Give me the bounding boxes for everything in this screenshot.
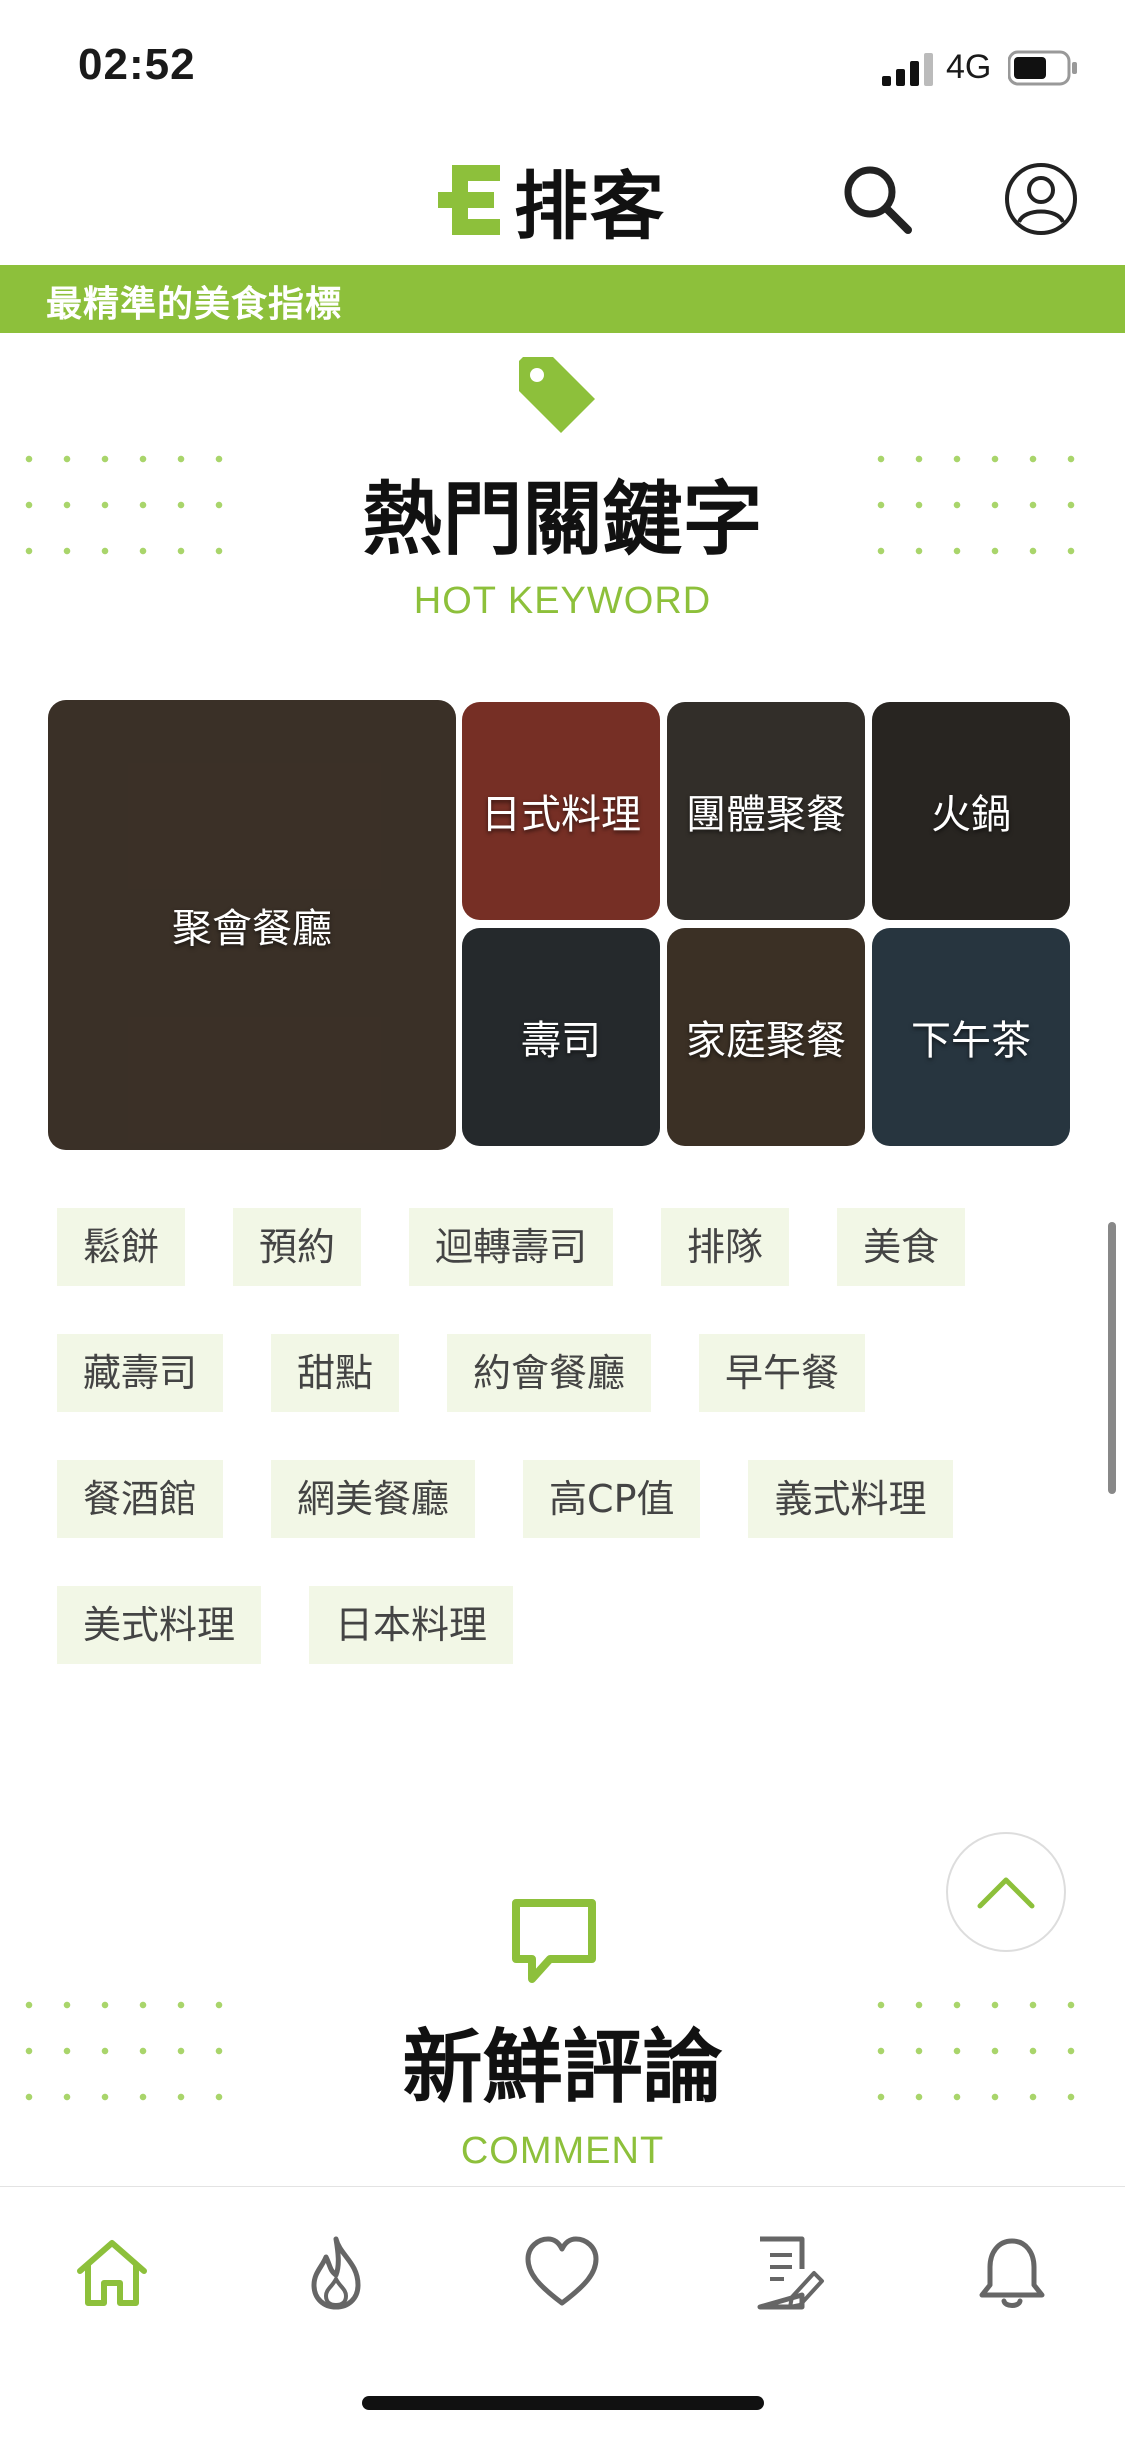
signal-icon	[882, 53, 933, 86]
home-indicator	[362, 2396, 764, 2410]
keyword-tile-label: 團體聚餐	[686, 792, 846, 838]
home-icon[interactable]	[72, 2233, 152, 2313]
keyword-tile[interactable]: 下午茶	[872, 928, 1070, 1146]
app-header: 排客	[0, 135, 1125, 265]
scrollbar[interactable]	[1108, 1222, 1116, 1494]
keyword-tile-label: 聚會餐廳	[172, 906, 332, 952]
keyword-tag[interactable]: 鬆餅	[57, 1208, 186, 1286]
tag-row: 餐酒館 網美餐廳 高CP值 義式料理	[57, 1460, 1067, 1538]
keyword-tag[interactable]: 排隊	[661, 1208, 790, 1286]
fire-icon[interactable]	[296, 2233, 376, 2313]
keyword-tag[interactable]: 義式料理	[748, 1460, 953, 1538]
keyword-tag[interactable]: 餐酒館	[57, 1460, 224, 1538]
app-logo[interactable]: 排客	[438, 160, 666, 250]
chevron-up-icon	[977, 1877, 1035, 1909]
keyword-tile[interactable]: 壽司	[462, 928, 660, 1146]
tag-row: 美式料理 日本料理	[57, 1586, 1067, 1664]
keyword-tag[interactable]: 高CP值	[523, 1460, 701, 1538]
keyword-tag[interactable]: 網美餐廳	[271, 1460, 476, 1538]
search-icon[interactable]	[838, 160, 916, 238]
status-bar: 02:52 4G	[0, 0, 1125, 135]
user-profile-icon[interactable]	[1002, 160, 1080, 238]
keyword-tile[interactable]: 日式料理	[462, 702, 660, 920]
keyword-tile[interactable]: 火鍋	[872, 702, 1070, 920]
heart-icon[interactable]	[522, 2233, 602, 2313]
logo-e-icon	[438, 165, 500, 235]
keyword-tile[interactable]: 團體聚餐	[667, 702, 865, 920]
keyword-tile[interactable]: 家庭聚餐	[667, 928, 865, 1146]
battery-icon	[1008, 50, 1077, 86]
keyword-tag[interactable]: 藏壽司	[57, 1334, 224, 1412]
tag-icon	[519, 357, 595, 433]
status-time: 02:52	[78, 40, 196, 89]
keyword-tag[interactable]: 美式料理	[57, 1586, 262, 1664]
comment-subtitle: COMMENT	[460, 2130, 665, 2172]
keyword-tile-large[interactable]: 聚會餐廳	[48, 700, 456, 1150]
keyword-tag[interactable]: 美食	[837, 1208, 966, 1286]
logo-text: 排客	[514, 163, 666, 250]
keyword-tag[interactable]: 早午餐	[699, 1334, 866, 1412]
network-type: 4G	[946, 48, 992, 86]
keyword-tag[interactable]: 甜點	[271, 1334, 400, 1412]
comment-title: 新鮮評論	[402, 2021, 723, 2114]
keyword-tile-label: 火鍋	[931, 792, 1011, 838]
keyword-tag-list: 鬆餅 預約 迴轉壽司 排隊 美食 藏壽司 甜點 約會餐廳 早午餐 餐酒館 網美餐…	[57, 1208, 1067, 1712]
tagline-text: 最精準的美食指標	[46, 284, 343, 325]
keyword-tag[interactable]: 預約	[233, 1208, 362, 1286]
keyword-tile-label: 日式料理	[481, 792, 641, 838]
hot-keyword-title: 熱門關鍵字	[362, 473, 763, 566]
hot-keyword-subtitle: HOT KEYWORD	[413, 580, 712, 622]
comment-icon	[512, 1899, 596, 1983]
keyword-tag[interactable]: 約會餐廳	[447, 1334, 652, 1412]
keyword-tag[interactable]: 迴轉壽司	[409, 1208, 614, 1286]
keyword-tile-label: 家庭聚餐	[686, 1018, 846, 1064]
keyword-tile-label: 壽司	[521, 1018, 601, 1064]
bell-icon[interactable]	[972, 2233, 1052, 2313]
keyword-tile-label: 下午茶	[911, 1018, 1031, 1064]
tag-row: 藏壽司 甜點 約會餐廳 早午餐	[57, 1334, 1067, 1412]
tag-row: 鬆餅 預約 迴轉壽司 排隊 美食	[57, 1208, 1067, 1286]
note-edit-icon[interactable]	[746, 2233, 826, 2313]
back-to-top-button[interactable]	[946, 1832, 1066, 1952]
keyword-tag[interactable]: 日本料理	[309, 1586, 514, 1664]
tagline-bar: 最精準的美食指標	[0, 265, 1125, 333]
